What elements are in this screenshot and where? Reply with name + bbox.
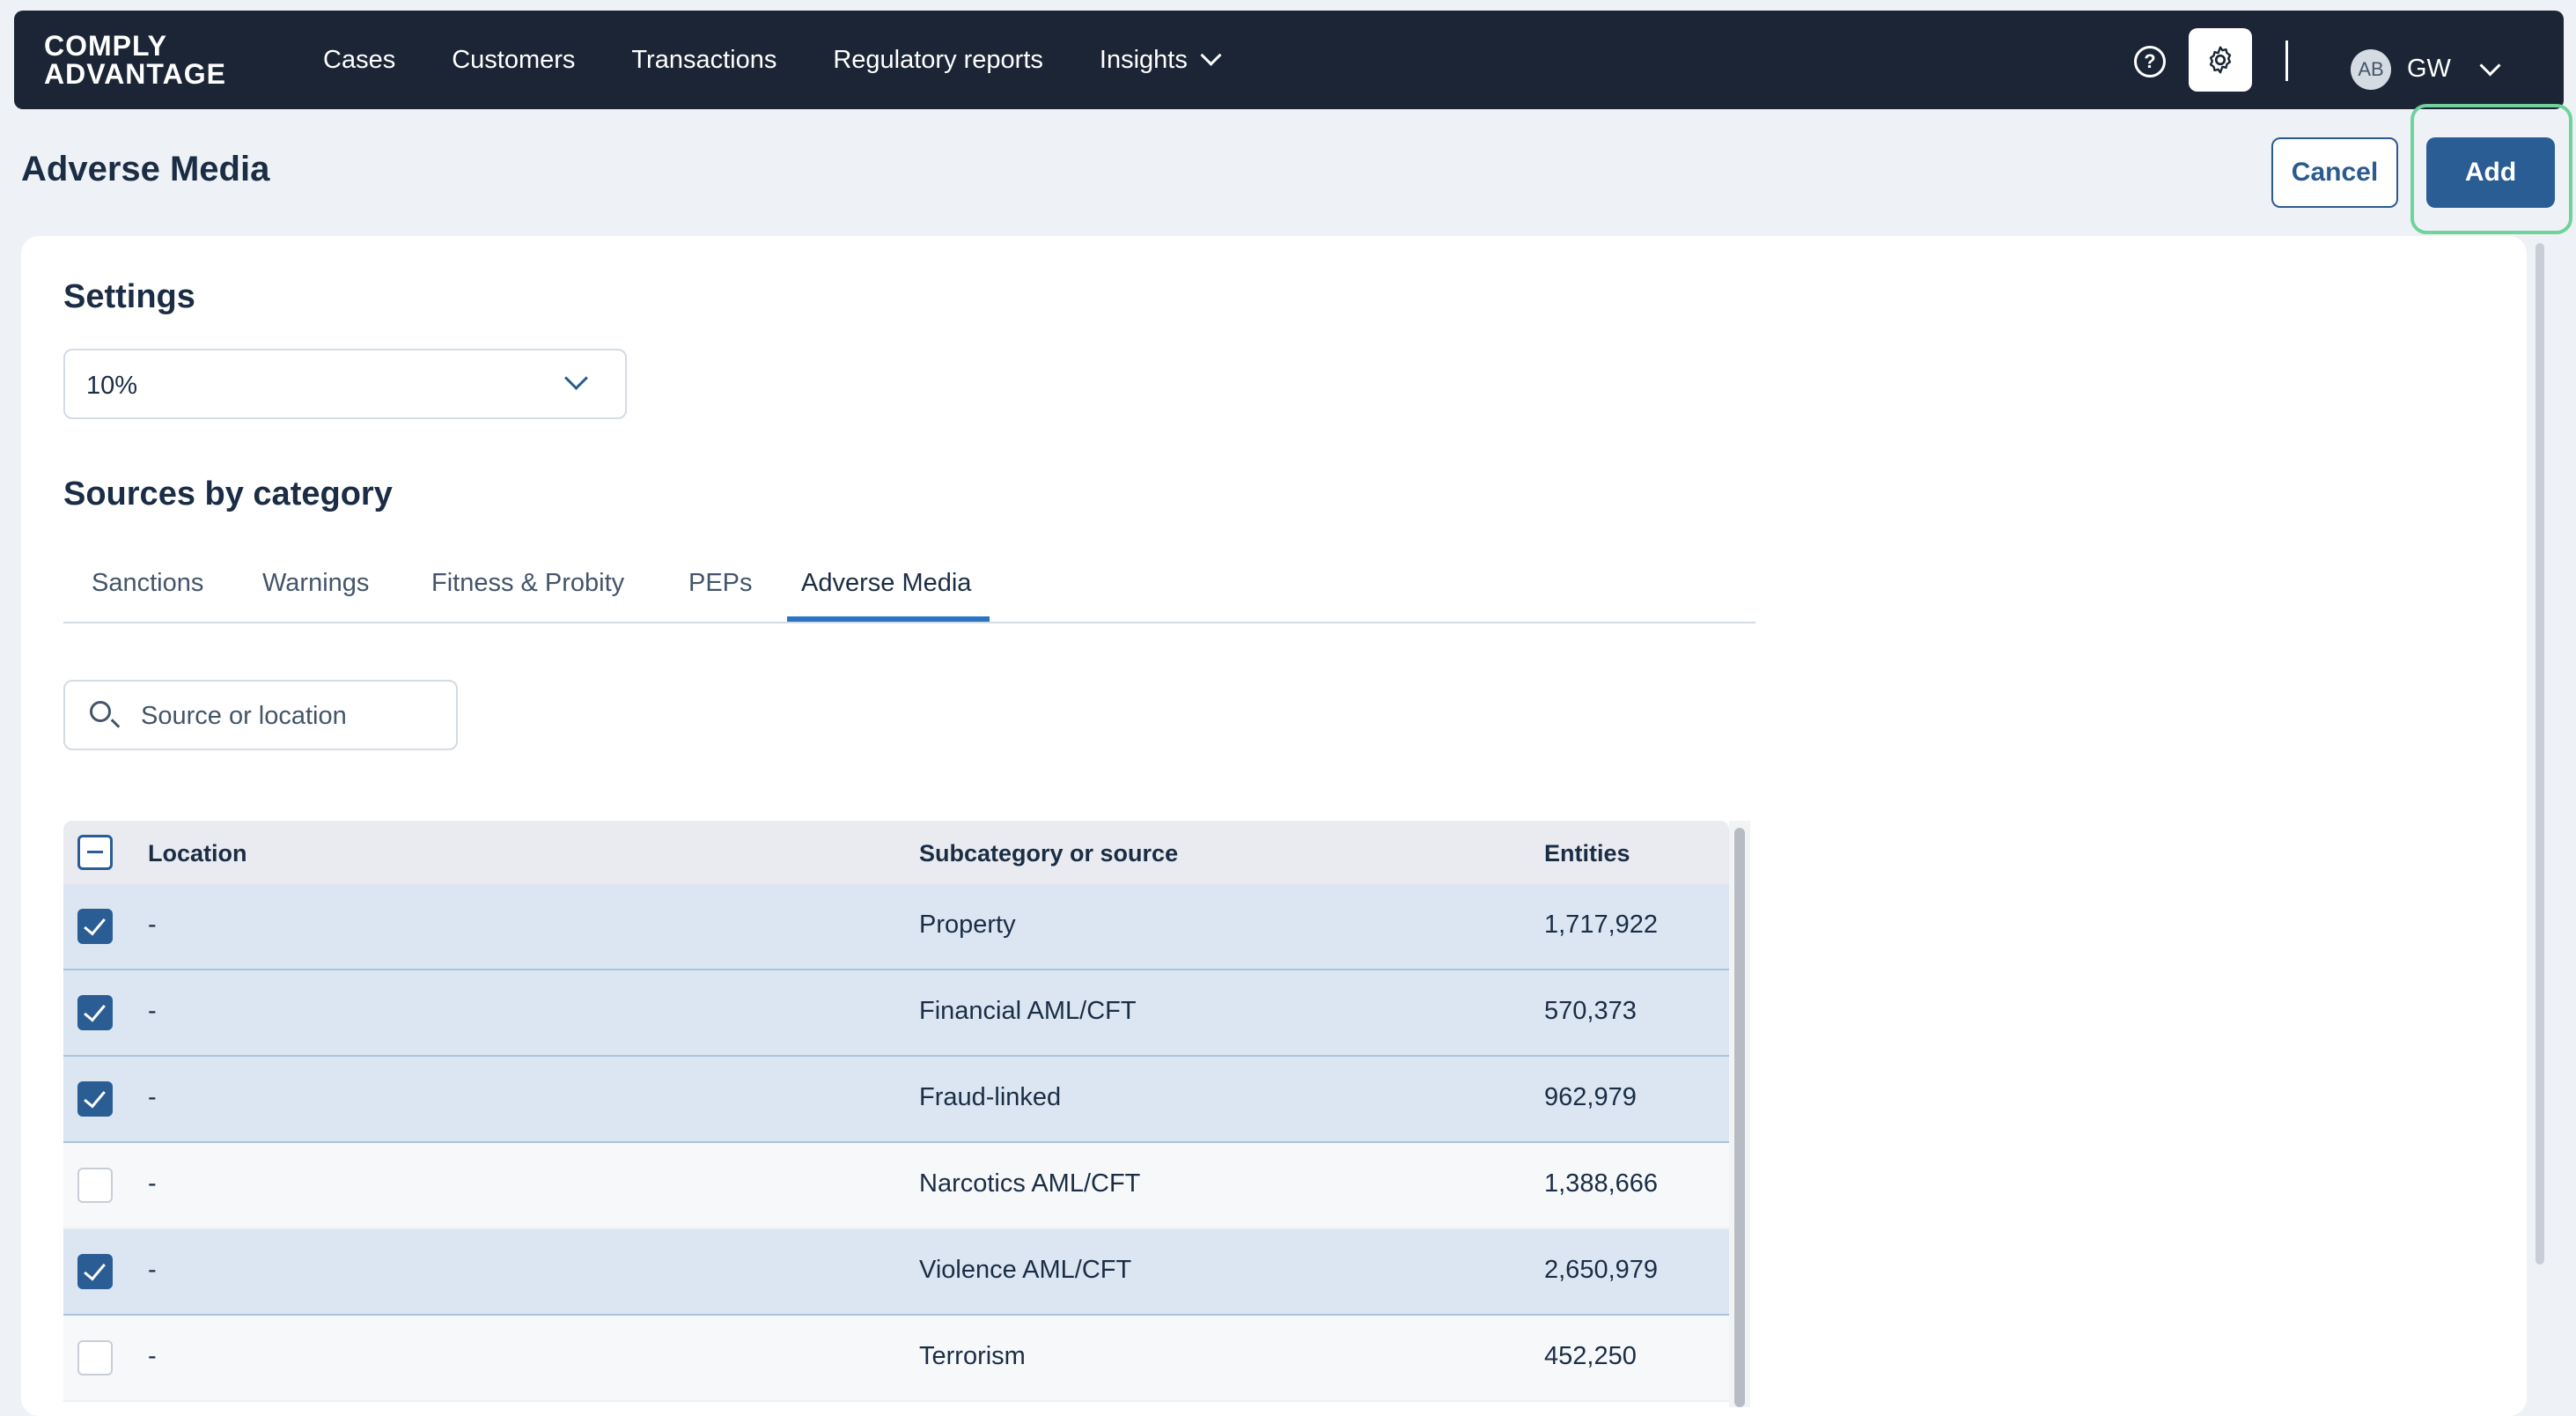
tab-sanctions[interactable]: Sanctions [92,569,203,598]
nav-customers-label: Customers [452,45,576,74]
help-circle-icon[interactable]: ? [2134,46,2166,77]
add-button[interactable]: Add [2426,137,2555,208]
category-tabs: Sanctions Warnings Fitness & Probity PEP… [63,557,1755,623]
cell-location: - [148,911,157,939]
table-row[interactable]: - Narcotics AML/CFT 1,388,666 [63,1143,1729,1229]
cell-subcategory: Terrorism [919,1342,1026,1370]
main-nav: Cases Customers Transactions Regulatory … [323,11,1275,109]
threshold-select[interactable]: 10% [63,349,627,419]
table-row[interactable]: - Financial AML/CFT 570,373 [63,970,1729,1057]
row-checkbox[interactable] [77,1168,113,1203]
row-checkbox[interactable] [77,1081,113,1117]
threshold-select-value: 10% [86,372,138,400]
avatar[interactable]: AB [2351,49,2391,90]
cell-location: - [148,1169,157,1198]
nav-regulatory-reports[interactable]: Regulatory reports [833,46,1043,75]
row-checkbox[interactable] [77,1340,113,1375]
row-checkbox[interactable] [77,1254,113,1289]
settings-heading: Settings [63,278,195,315]
cell-location: - [148,1342,157,1370]
table-row[interactable]: - Fraud-linked 962,979 [63,1057,1729,1143]
source-search[interactable] [63,680,458,750]
chevron-down-icon [564,366,588,390]
cell-subcategory: Financial AML/CFT [919,997,1137,1025]
cell-location: - [148,1083,157,1111]
cell-location: - [148,997,157,1025]
page-scrollbar-thumb[interactable] [2536,243,2544,1265]
chevron-down-icon [1200,44,1222,66]
settings-button[interactable] [2189,28,2252,92]
user-initials[interactable]: GW [2407,55,2451,84]
row-checkbox[interactable] [77,909,113,944]
tab-warnings[interactable]: Warnings [262,569,369,598]
cell-location: - [148,1256,157,1284]
row-checkbox[interactable] [77,995,113,1030]
cell-entities: 1,717,922 [1544,911,1659,939]
cancel-button[interactable]: Cancel [2271,137,2398,208]
cell-subcategory: Fraud-linked [919,1083,1062,1111]
sources-heading: Sources by category [63,476,393,513]
nav-divider [2285,41,2288,81]
cell-entities: 570,373 [1544,997,1637,1025]
table-row[interactable]: - Property 1,717,922 [63,884,1729,970]
search-input[interactable] [139,696,442,736]
tab-fitness-probity[interactable]: Fitness & Probity [431,569,624,598]
column-header-entities[interactable]: Entities [1544,840,1630,867]
nav-cases[interactable]: Cases [323,46,395,75]
column-header-subcategory[interactable]: Subcategory or source [919,840,1178,867]
cell-entities: 452,250 [1544,1342,1637,1370]
top-navigation-bar: COMPLY ADVANTAGE Cases Customers Transac… [14,11,2564,109]
nav-customers[interactable]: Customers [452,46,575,75]
page-title: Adverse Media [21,150,270,188]
nav-transactions[interactable]: Transactions [631,46,776,75]
cell-subcategory: Narcotics AML/CFT [919,1169,1141,1198]
cell-entities: 962,979 [1544,1083,1637,1111]
nav-insights-label: Insights [1099,45,1188,74]
active-tab-indicator [787,616,990,622]
cell-subcategory: Violence AML/CFT [919,1256,1132,1284]
user-menu-chevron-down-icon[interactable] [2479,55,2501,77]
nav-insights-dropdown[interactable]: Insights [1099,44,1222,75]
tab-adverse-media[interactable]: Adverse Media [801,569,971,598]
comply-advantage-logo[interactable]: COMPLY ADVANTAGE [44,32,226,88]
table-scrollbar-thumb[interactable] [1734,828,1745,1407]
select-all-checkbox[interactable] [77,835,113,870]
table-row[interactable]: - Terrorism 452,250 [63,1316,1729,1402]
column-header-location[interactable]: Location [148,840,247,867]
logo-line-1: COMPLY [44,30,167,62]
cell-subcategory: Property [919,911,1016,939]
table-header: Location Subcategory or source Entities [63,821,1729,884]
tab-peps[interactable]: PEPs [688,569,753,598]
logo-line-2: ADVANTAGE [44,58,226,90]
nav-transactions-label: Transactions [631,45,777,74]
nav-regulatory-reports-label: Regulatory reports [833,45,1043,74]
cell-entities: 1,388,666 [1544,1169,1659,1198]
cell-entities: 2,650,979 [1544,1256,1659,1284]
search-icon [90,701,111,722]
nav-cases-label: Cases [323,45,396,74]
table-row[interactable]: - Violence AML/CFT 2,650,979 [63,1229,1729,1316]
gear-icon [2209,46,2232,74]
